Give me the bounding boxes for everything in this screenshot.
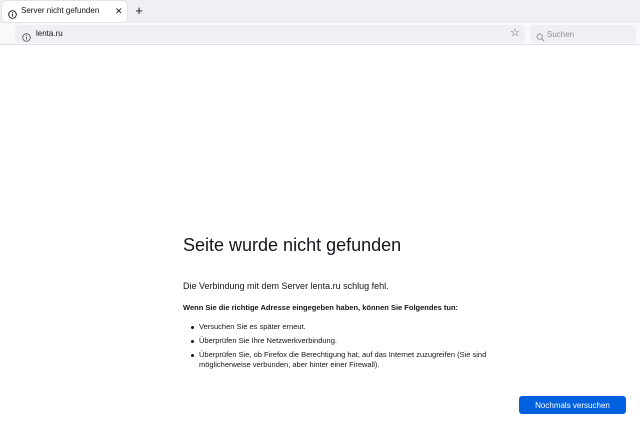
- search-input[interactable]: [547, 25, 632, 43]
- error-title: Seite wurde nicht gefunden: [183, 235, 402, 255]
- info-icon: [8, 6, 17, 24]
- search-bar[interactable]: [530, 25, 636, 43]
- url-bar[interactable]: lenta.ru ☆: [15, 25, 525, 43]
- close-icon[interactable]: ✕: [115, 5, 123, 17]
- info-icon[interactable]: [22, 29, 31, 47]
- error-page: Seite wurde nicht gefunden Die Verbindun…: [0, 46, 640, 435]
- new-tab-button[interactable]: +: [133, 3, 145, 18]
- tab-title: Server nicht gefunden: [21, 6, 100, 15]
- suggestion-item: Überprüfen Sie Ihre Netzwerkverbindung.: [190, 336, 520, 346]
- suggestion-list: Versuchen Sie es später erneut. Überprüf…: [190, 322, 520, 374]
- tab-active[interactable]: Server nicht gefunden ✕: [2, 1, 127, 22]
- tab-strip: Server nicht gefunden ✕ +: [0, 0, 640, 23]
- star-icon[interactable]: ☆: [510, 27, 520, 40]
- error-advice: Wenn Sie die richtige Adresse eingegeben…: [183, 303, 459, 312]
- suggestion-item: Versuchen Sie es später erneut.: [190, 322, 520, 332]
- url-text[interactable]: lenta.ru: [36, 29, 63, 38]
- error-description: Die Verbindung mit dem Server lenta.ru s…: [183, 281, 389, 291]
- retry-button[interactable]: Nochmals versuchen: [519, 396, 626, 414]
- navigation-bar: lenta.ru ☆: [0, 23, 640, 45]
- search-icon: [536, 29, 545, 47]
- suggestion-item: Überprüfen Sie, ob Firefox die Berechtig…: [190, 350, 520, 370]
